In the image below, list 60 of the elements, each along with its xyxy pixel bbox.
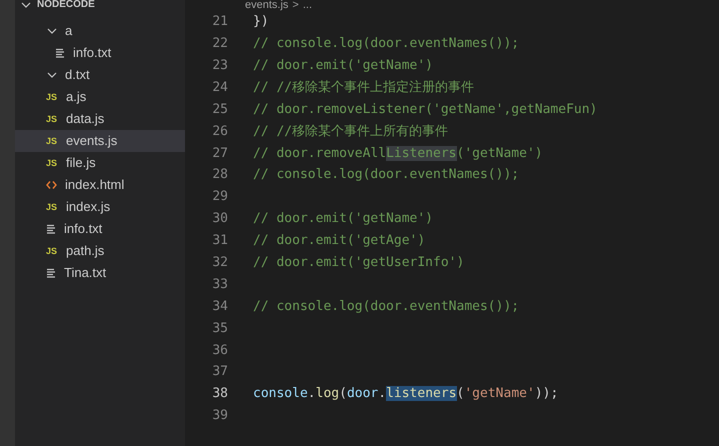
file-item[interactable]: Tina.txt — [15, 262, 185, 284]
file-item[interactable]: JS events.js — [15, 130, 185, 152]
file-item[interactable]: JS a.js — [15, 86, 185, 108]
code-line: // console.log(door.eventNames()); — [253, 35, 520, 54]
file-item[interactable]: info.txt — [15, 218, 185, 240]
line-number: 35 — [211, 320, 228, 338]
folder-item[interactable]: d.txt — [15, 64, 185, 86]
code-line: // door.removeAllListeners('getName') — [253, 144, 543, 163]
code-line: // console.log(door.eventNames()); — [253, 166, 520, 184]
line-number: 32 — [211, 254, 228, 272]
code-line: // door.emit('getAge') — [253, 232, 426, 250]
line-number: 36 — [211, 342, 228, 360]
line-number: 34 — [211, 298, 228, 316]
breadcrumb-item[interactable]: ... — [302, 0, 312, 10]
js-file-icon: JS — [46, 136, 58, 146]
line-number: 25 — [211, 100, 228, 119]
code-line: // console.log(door.eventNames()); — [253, 298, 520, 316]
explorer-title: NODECODE — [37, 0, 95, 10]
file-item[interactable]: JS path.js — [15, 240, 185, 262]
code-brackets-icon — [46, 180, 57, 190]
js-file-icon: JS — [46, 202, 58, 212]
line-number: 38 — [211, 385, 228, 404]
text-file-icon — [55, 48, 65, 58]
code-line: // door.emit('getName') — [253, 210, 434, 228]
file-item[interactable]: JS data.js — [15, 108, 185, 130]
breadcrumb-item[interactable]: > — [292, 0, 299, 10]
file-item[interactable]: index.html — [15, 174, 185, 196]
file-item[interactable]: info.txt — [15, 42, 185, 64]
line-number: 21 — [211, 13, 228, 32]
code-line: // door.removeListener('getName',getNameFun) — [253, 100, 598, 119]
code-line: // door.emit('getUserInfo') — [253, 254, 464, 272]
js-file-icon: JS — [46, 246, 58, 256]
text-file-icon — [46, 224, 56, 234]
file-item[interactable]: JS file.js — [15, 152, 185, 174]
line-number: 26 — [211, 122, 228, 141]
line-number: 33 — [211, 276, 228, 294]
line-number: 30 — [211, 210, 228, 228]
line-number: 39 — [211, 407, 228, 426]
code-line: // //移除某个事件上指定注册的事件 — [253, 78, 474, 97]
text-file-icon — [46, 268, 56, 278]
chevron-down-icon — [47, 26, 57, 36]
line-number: 29 — [211, 188, 228, 206]
code-line: // //移除某个事件上所有的事件 — [253, 122, 448, 141]
code-line: console.log(door.listeners('getName')); — [253, 385, 558, 404]
line-number: 23 — [211, 56, 228, 75]
line-number: 31 — [211, 232, 228, 250]
js-file-icon: JS — [46, 92, 58, 102]
chevron-down-icon — [47, 70, 57, 80]
file-item[interactable]: JS index.js — [15, 196, 185, 218]
line-number: 27 — [211, 144, 228, 163]
line-number: 28 — [211, 166, 228, 184]
code-line: // door.emit('getName') — [253, 56, 434, 75]
line-number: 22 — [211, 35, 228, 54]
line-number: 24 — [211, 78, 228, 97]
chevron-down-icon — [21, 0, 31, 10]
js-file-icon: JS — [46, 114, 58, 124]
line-number: 37 — [211, 363, 228, 382]
folder-item[interactable]: a — [15, 20, 185, 42]
js-file-icon: JS — [46, 158, 58, 168]
code-line: }) — [253, 13, 269, 32]
